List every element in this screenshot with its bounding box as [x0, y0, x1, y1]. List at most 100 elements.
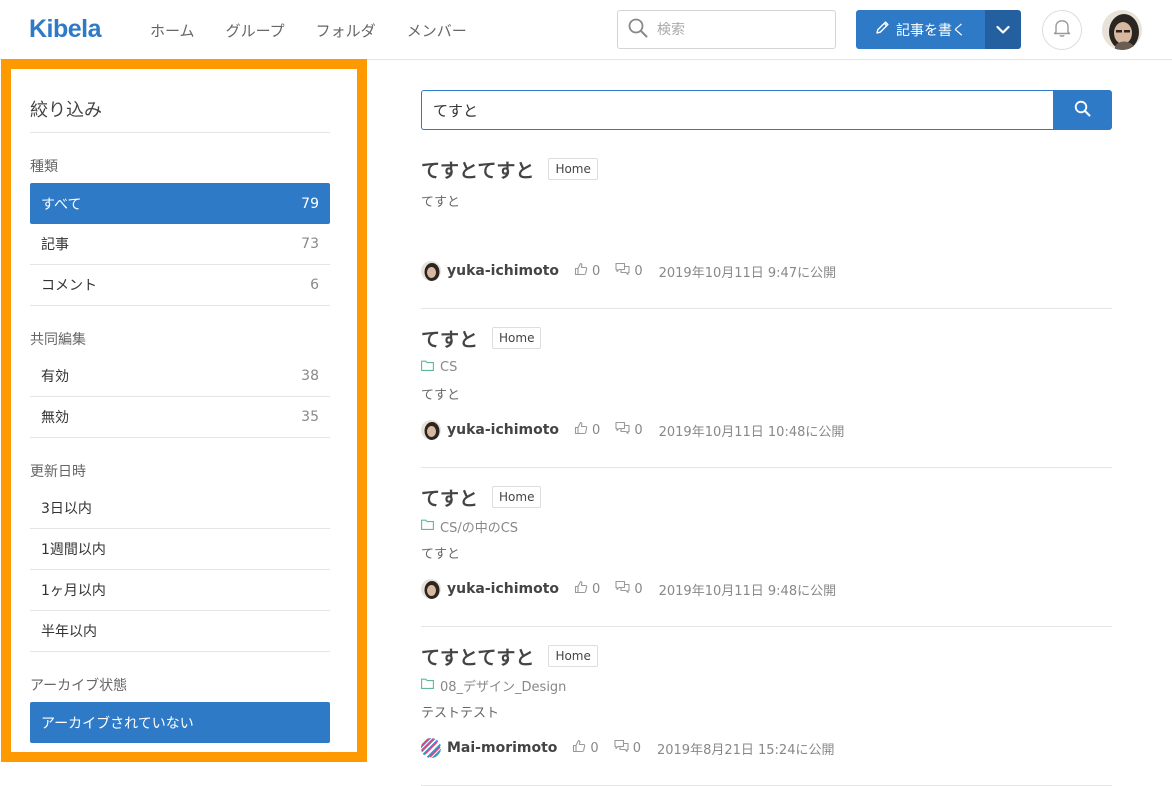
publish-date: 2019年10月11日 10:48に公開 [658, 424, 845, 440]
comment-count-value: 0 [634, 581, 643, 597]
filter-type-articles[interactable]: 記事 73 [30, 224, 330, 265]
main-search-bar [421, 90, 1112, 130]
group-badge[interactable]: Home [492, 486, 542, 508]
filter-updated-3days[interactable]: 3日以内 [30, 488, 330, 529]
header-search[interactable] [617, 10, 836, 49]
filter-sidebar: 絞り込み 種類 すべて 79 記事 73 コメント 6 共同編集 有効 38 無… [30, 69, 330, 762]
result-title-row: てすとてすと Home [421, 643, 1112, 669]
thumbs-up-icon [574, 580, 588, 598]
main-search-input[interactable] [421, 90, 1053, 130]
filter-item-label: 1週間以内 [41, 542, 106, 558]
group-badge[interactable]: Home [492, 327, 542, 349]
like-count-value: 0 [592, 581, 601, 597]
section-archive-label: アーカイブ状態 [30, 678, 128, 694]
filter-item-label: すべて [41, 196, 82, 213]
author-avatar [421, 261, 441, 281]
write-article-button[interactable]: 記事を書く [856, 10, 985, 49]
search-submit-button[interactable] [1053, 90, 1112, 130]
result-snippet: てすと [421, 388, 461, 403]
author-name: yuka-ichimoto [447, 263, 560, 279]
filter-item-count: 6 [310, 277, 319, 293]
comment-count[interactable]: 0 [614, 739, 641, 757]
user-avatar[interactable] [1102, 10, 1142, 50]
notifications-button[interactable] [1042, 10, 1082, 50]
filter-updated-1week[interactable]: 1週間以内 [30, 529, 330, 570]
like-count-value: 0 [592, 422, 601, 438]
write-article-label: 記事を書く [896, 22, 966, 39]
comment-icon [615, 421, 630, 439]
comment-icon [615, 262, 630, 280]
group-badge[interactable]: Home [548, 158, 598, 180]
nav-members[interactable]: メンバー [407, 20, 467, 41]
filter-item-label: 有効 [41, 369, 69, 385]
search-icon [1074, 100, 1091, 121]
top-header: Kibela ホーム グループ フォルダ メンバー 記事を書く [0, 0, 1172, 60]
like-count[interactable]: 0 [574, 580, 600, 598]
kibela-logo[interactable]: Kibela [29, 15, 102, 44]
filter-item-label: 3日以内 [41, 501, 92, 517]
like-count-value: 0 [592, 263, 601, 279]
section-type-label: 種類 [30, 159, 58, 175]
result-item: てすとてすと Home てすと yuka-ichimoto 0 0 2019年1… [421, 130, 1112, 309]
result-item: てすと Home CS/の中のCS てすと yuka-ichimoto 0 0 … [421, 468, 1112, 627]
publish-date: 2019年8月21日 15:24に公開 [656, 742, 835, 758]
filter-archived[interactable]: アーカイブされている [30, 743, 330, 762]
result-author[interactable]: yuka-ichimoto [421, 261, 559, 281]
result-author[interactable]: yuka-ichimoto [421, 579, 559, 599]
thumbs-up-icon [572, 739, 586, 757]
result-folder[interactable]: 08_デザイン_Design [421, 677, 1112, 695]
filter-coedit-enabled[interactable]: 有効 38 [30, 356, 330, 397]
filter-item-label: アーカイブされている [41, 753, 180, 762]
search-icon [628, 18, 648, 42]
result-title[interactable]: てすとてすと [421, 643, 534, 670]
filter-coedit-disabled[interactable]: 無効 35 [30, 397, 330, 438]
result-meta: yuka-ichimoto 0 0 2019年10月11日 9:47に公開 [421, 261, 836, 281]
comment-count[interactable]: 0 [615, 262, 643, 280]
author-avatar [421, 738, 441, 758]
write-dropdown-button[interactable] [985, 10, 1021, 49]
result-title[interactable]: てすと [421, 325, 478, 352]
nav-groups[interactable]: グループ [226, 20, 285, 41]
filter-type-all[interactable]: すべて 79 [30, 183, 330, 224]
result-item: てすとてすと Home 08_デザイン_Design テストテスト Mai-mo… [421, 627, 1112, 786]
filter-type-comments[interactable]: コメント 6 [30, 265, 330, 306]
comment-count[interactable]: 0 [615, 421, 643, 439]
filter-updated-6months[interactable]: 半年以内 [30, 611, 330, 652]
filter-not-archived[interactable]: アーカイブされていない [30, 702, 330, 743]
result-title[interactable]: てすとてすと [421, 156, 534, 183]
like-count[interactable]: 0 [572, 739, 599, 757]
comment-count-value: 0 [634, 263, 643, 279]
author-name: yuka-ichimoto [447, 581, 560, 597]
result-author[interactable]: yuka-ichimoto [421, 420, 559, 440]
filter-updated-1month[interactable]: 1ヶ月以内 [30, 570, 330, 611]
result-title-row: てすとてすと Home [421, 156, 1112, 182]
thumbs-up-icon [574, 421, 588, 439]
like-count[interactable]: 0 [574, 262, 600, 280]
filter-item-count: 79 [301, 195, 319, 212]
like-count[interactable]: 0 [574, 421, 600, 439]
result-folder[interactable]: CS/の中のCS [421, 518, 1112, 536]
folder-path: CS [440, 359, 458, 375]
publish-date: 2019年10月11日 9:47に公開 [658, 265, 837, 281]
publish-date: 2019年10月11日 9:48に公開 [658, 583, 837, 599]
nav-home[interactable]: ホーム [150, 20, 195, 41]
author-avatar [421, 579, 441, 599]
filter-item-count: 73 [301, 236, 319, 252]
result-snippet: テストテスト [421, 706, 500, 721]
pencil-icon [875, 20, 890, 39]
result-snippet: てすと [421, 195, 461, 210]
filter-item-label: 半年以内 [41, 624, 97, 640]
comment-icon [614, 739, 629, 757]
comment-count[interactable]: 0 [615, 580, 643, 598]
header-search-input[interactable] [657, 21, 817, 38]
folder-icon [421, 678, 434, 693]
result-folder[interactable]: CS [421, 359, 1112, 375]
search-results-area: てすとてすと Home てすと yuka-ichimoto 0 0 2019年1… [421, 90, 1112, 786]
filter-item-label: コメント [41, 278, 97, 294]
result-author[interactable]: Mai-morimoto [421, 738, 557, 758]
result-title[interactable]: てすと [421, 484, 478, 511]
filter-item-count: 35 [301, 409, 319, 425]
author-avatar [421, 420, 441, 440]
group-badge[interactable]: Home [548, 645, 598, 667]
nav-folders[interactable]: フォルダ [316, 20, 376, 41]
